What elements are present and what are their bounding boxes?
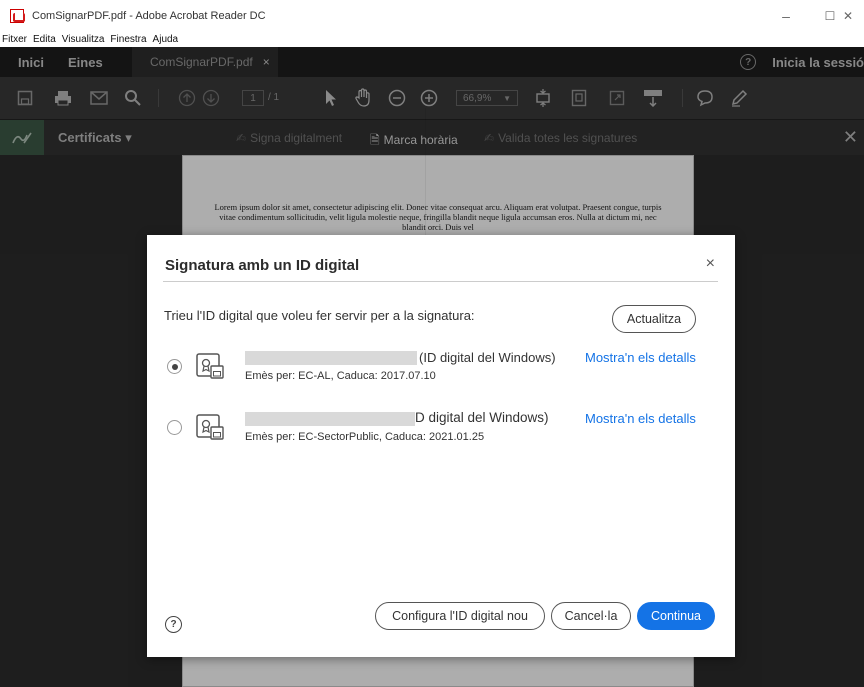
certificate-name-redacted (245, 412, 415, 426)
digital-id-icon (196, 353, 224, 379)
dialog-title: Signatura amb un ID digital (165, 257, 360, 274)
window-title: ComSignarPDF.pdf - Adobe Acrobat Reader … (32, 10, 266, 22)
digital-id-icon (196, 414, 224, 440)
certificate-name-suffix: (ID digital del Windows) (419, 350, 556, 365)
minimize-button[interactable]: – (764, 0, 808, 32)
menu-edit[interactable]: Edita (33, 34, 56, 45)
certificate-name-redacted (245, 351, 417, 365)
refresh-button[interactable]: Actualitza (612, 305, 696, 333)
show-details-link[interactable]: Mostra'n els detalls (585, 411, 696, 426)
acrobat-app-icon (10, 9, 25, 23)
certificate-issuer: Emès per: EC-SectorPublic, Caduca: 2021.… (245, 431, 485, 443)
certificate-issuer: Emès per: EC-AL, Caduca: 2017.07.10 (245, 370, 436, 382)
menu-help[interactable]: Ajuda (153, 34, 179, 45)
dialog-help-icon[interactable]: ? (165, 616, 182, 633)
certificate-row[interactable]: D digital del Windows) Emès per: EC-Sect… (147, 409, 735, 449)
menu-file[interactable]: Fitxer (2, 34, 27, 45)
certificate-row[interactable]: (ID digital del Windows) Emès per: EC-AL… (147, 348, 735, 388)
dialog-close-icon[interactable]: × (706, 255, 715, 273)
continue-button[interactable]: Continua (637, 602, 715, 630)
certificate-name-suffix: D digital del Windows) (415, 410, 549, 425)
dialog-prompt: Trieu l'ID digital que voleu fer servir … (164, 308, 475, 323)
close-window-button[interactable]: ✕ (832, 0, 864, 32)
menu-view[interactable]: Visualitza (62, 34, 105, 45)
certificate-radio[interactable] (167, 420, 182, 435)
show-details-link[interactable]: Mostra'n els detalls (585, 350, 696, 365)
menu-bar: Fitxer Edita Visualitza Finestra Ajuda (0, 32, 864, 47)
certificate-radio[interactable] (167, 359, 182, 374)
sign-with-digital-id-dialog: Signatura amb un ID digital × Trieu l'ID… (147, 235, 735, 657)
cancel-button[interactable]: Cancel·la (551, 602, 631, 630)
menu-window[interactable]: Finestra (110, 34, 146, 45)
window-titlebar: ComSignarPDF.pdf - Adobe Acrobat Reader … (0, 0, 864, 32)
configure-new-digital-id-button[interactable]: Configura l'ID digital nou (375, 602, 545, 630)
dialog-divider (163, 281, 718, 282)
